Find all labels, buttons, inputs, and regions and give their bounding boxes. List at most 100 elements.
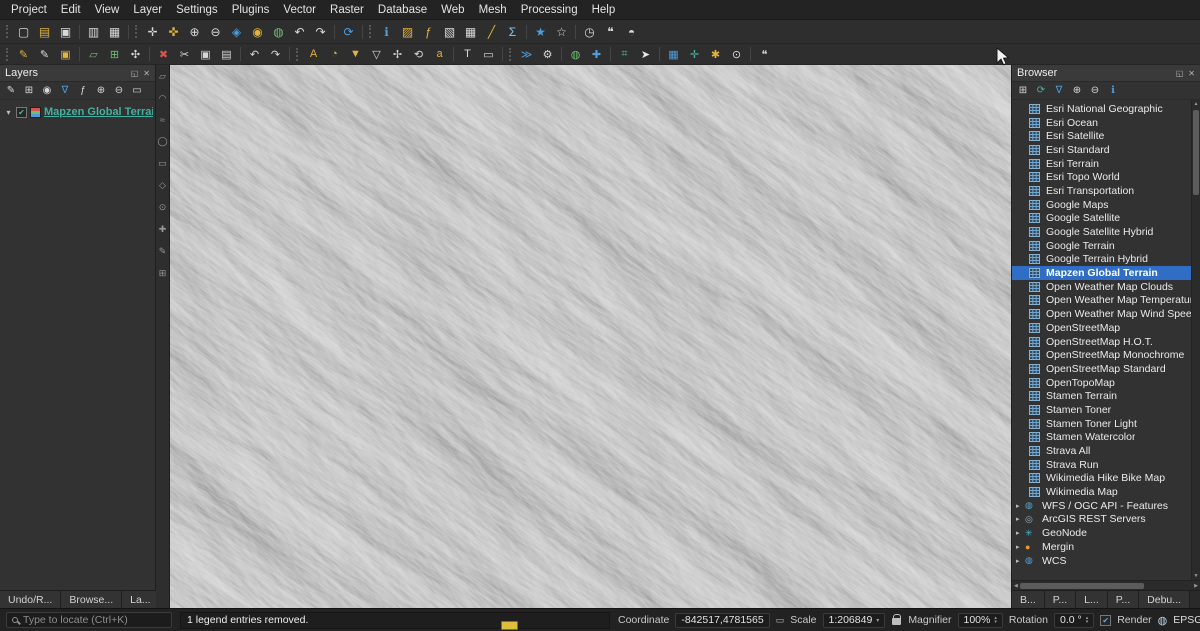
browser-item[interactable]: Stamen Watercolor: [1012, 431, 1200, 445]
pan-map-icon[interactable]: ✛: [142, 23, 163, 41]
pin-labels-icon[interactable]: ▼: [345, 46, 366, 62]
new-spatial-bookmark-icon[interactable]: ★: [530, 23, 551, 41]
plugin-manager-icon[interactable]: ✚: [586, 46, 607, 62]
crs-label[interactable]: EPSG:3857: [1173, 614, 1200, 626]
browser-item[interactable]: OpenStreetMap: [1012, 321, 1200, 335]
browser-item[interactable]: Strava Run: [1012, 458, 1200, 472]
browser-item[interactable]: Stamen Toner: [1012, 403, 1200, 417]
pointer-tool-icon[interactable]: ➤: [635, 46, 656, 62]
browser-item[interactable]: Esri National Geographic: [1012, 102, 1200, 116]
browser-vertical-scrollbar[interactable]: ▲ ▼: [1191, 100, 1200, 580]
advanced-digitizing-icon[interactable]: ✚: [159, 224, 167, 235]
temporal-controller-icon[interactable]: ◷: [579, 23, 600, 41]
browser-item[interactable]: Open Weather Map Temperature: [1012, 294, 1200, 308]
horizontal-scrollbar-thumb[interactable]: [1020, 583, 1144, 589]
layers-float-icon[interactable]: ◱: [131, 69, 139, 78]
rotation-spinbox[interactable]: 0.0 ° ▴▾: [1054, 613, 1094, 628]
statistical-summary-icon[interactable]: Σ: [502, 23, 523, 41]
menu-help[interactable]: Help: [585, 0, 623, 19]
browser-item[interactable]: Stamen Toner Light: [1012, 417, 1200, 431]
show-layout-manager-icon[interactable]: ▦: [104, 23, 125, 41]
browser-item[interactable]: Esri Standard: [1012, 143, 1200, 157]
left-dock-tab-0[interactable]: Undo/R...: [0, 591, 61, 608]
browser-item[interactable]: Open Weather Map Wind Speed: [1012, 307, 1200, 321]
browser-item[interactable]: Google Maps: [1012, 198, 1200, 212]
browser-provider-item[interactable]: ▸✳GeoNode: [1012, 526, 1200, 540]
expand-arrow-icon[interactable]: ▸: [1016, 502, 1025, 510]
right-dock-tab-4[interactable]: Debu...: [1139, 591, 1190, 608]
browser-item[interactable]: Wikimedia Hike Bike Map: [1012, 472, 1200, 486]
magnifier-spin-arrows[interactable]: ▴▾: [994, 616, 997, 625]
add-group-icon[interactable]: ⊞: [21, 83, 37, 98]
spin-down-icon[interactable]: ▾: [994, 620, 997, 625]
menu-web[interactable]: Web: [434, 0, 471, 19]
open-layer-styling-icon[interactable]: ✎: [3, 83, 19, 98]
processing-toolbox-icon[interactable]: ⚙: [537, 46, 558, 62]
remove-layer-icon[interactable]: ▭: [129, 83, 145, 98]
menu-processing[interactable]: Processing: [514, 0, 585, 19]
coordinate-value[interactable]: -842517,4781565: [675, 613, 769, 628]
locate-input[interactable]: Type to locate (Ctrl+K): [6, 612, 172, 628]
browser-properties-icon[interactable]: ℹ: [1105, 83, 1121, 98]
map-tips-icon[interactable]: ❝: [600, 23, 621, 41]
cut-features-icon[interactable]: ✂: [174, 46, 195, 62]
zoom-out-icon[interactable]: ⊖: [205, 23, 226, 41]
refresh-map-icon[interactable]: ⟳: [338, 23, 359, 41]
circle-tool-icon[interactable]: ◯: [157, 136, 167, 147]
browser-item[interactable]: Esri Terrain: [1012, 157, 1200, 171]
select-features-icon[interactable]: ▨: [397, 23, 418, 41]
vertical-scrollbar-thumb[interactable]: [1193, 110, 1199, 195]
browser-provider-item[interactable]: ▸●Mergin: [1012, 540, 1200, 554]
toolbar-drag-handle[interactable]: [296, 48, 300, 61]
crs-icon[interactable]: ◍: [1158, 614, 1168, 627]
show-spatial-bookmarks-icon[interactable]: ☆: [551, 23, 572, 41]
toolbar-drag-handle[interactable]: [6, 48, 10, 61]
layers-close-icon[interactable]: ✕: [143, 69, 150, 78]
browser-item[interactable]: Stamen Terrain: [1012, 389, 1200, 403]
scale-combobox[interactable]: 1:206849 ▾: [823, 613, 886, 628]
open-project-icon[interactable]: ▤: [34, 23, 55, 41]
combo-arrow-icon[interactable]: ▾: [876, 617, 879, 624]
scroll-down-icon[interactable]: ▼: [1192, 572, 1200, 580]
manage-map-themes-icon[interactable]: ◉: [39, 83, 55, 98]
add-selected-layers-icon[interactable]: ⊞: [1015, 83, 1031, 98]
browser-item[interactable]: Open Weather Map Clouds: [1012, 280, 1200, 294]
browser-item[interactable]: Wikimedia Map: [1012, 485, 1200, 499]
add-polygon-feature-icon[interactable]: ▱: [83, 46, 104, 62]
toggle-editing-icon[interactable]: ✎: [34, 46, 55, 62]
expand-tree-icon[interactable]: ⊕: [1069, 83, 1085, 98]
toolbar-drag-handle[interactable]: [369, 25, 373, 38]
form-annotation-icon[interactable]: ▭: [478, 46, 499, 62]
right-dock-tab-1[interactable]: P...: [1045, 591, 1076, 608]
menu-view[interactable]: View: [88, 0, 127, 19]
expand-arrow-icon[interactable]: ▸: [1016, 515, 1025, 523]
snapping-toggle-icon[interactable]: ⊞: [159, 268, 167, 279]
layer-labeling-icon[interactable]: A: [303, 46, 324, 62]
expand-arrow-icon[interactable]: ▸: [1016, 543, 1025, 551]
menu-plugins[interactable]: Plugins: [225, 0, 277, 19]
browser-item[interactable]: Esri Ocean: [1012, 116, 1200, 130]
save-layer-edits-icon[interactable]: ▣: [55, 46, 76, 62]
identify-features-icon[interactable]: ℹ: [376, 23, 397, 41]
toolbar-drag-handle[interactable]: [6, 25, 10, 38]
scroll-up-icon[interactable]: ▲: [1192, 100, 1200, 108]
menu-edit[interactable]: Edit: [54, 0, 88, 19]
collapse-all-icon[interactable]: ⊖: [111, 83, 127, 98]
new-print-layout-icon[interactable]: ▥: [83, 23, 104, 41]
horizontal-scrollbar-track[interactable]: [1020, 583, 1192, 589]
browser-horizontal-scrollbar[interactable]: ◀ ▶: [1012, 580, 1200, 590]
menu-database[interactable]: Database: [371, 0, 434, 19]
layer-name[interactable]: Mapzen Global Terrain: [44, 106, 153, 118]
add-record-icon[interactable]: ⊞: [104, 46, 125, 62]
metasearch-icon[interactable]: ◍: [565, 46, 586, 62]
right-dock-tab-3[interactable]: P...: [1108, 591, 1139, 608]
browser-item[interactable]: Google Satellite Hybrid: [1012, 225, 1200, 239]
right-dock-tab-0[interactable]: B...: [1012, 591, 1045, 608]
raster-calculator-icon[interactable]: ▦: [663, 46, 684, 62]
browser-provider-item[interactable]: ▸◎ArcGIS REST Servers: [1012, 513, 1200, 527]
regular-polygon-tool-icon[interactable]: ◇: [159, 180, 166, 191]
layer-expander-icon[interactable]: ▾: [4, 108, 13, 117]
browser-close-icon[interactable]: ✕: [1188, 69, 1195, 78]
highlight-pinned-labels-icon[interactable]: ▽: [366, 46, 387, 62]
new-shapefile-layer-icon[interactable]: ✱: [705, 46, 726, 62]
